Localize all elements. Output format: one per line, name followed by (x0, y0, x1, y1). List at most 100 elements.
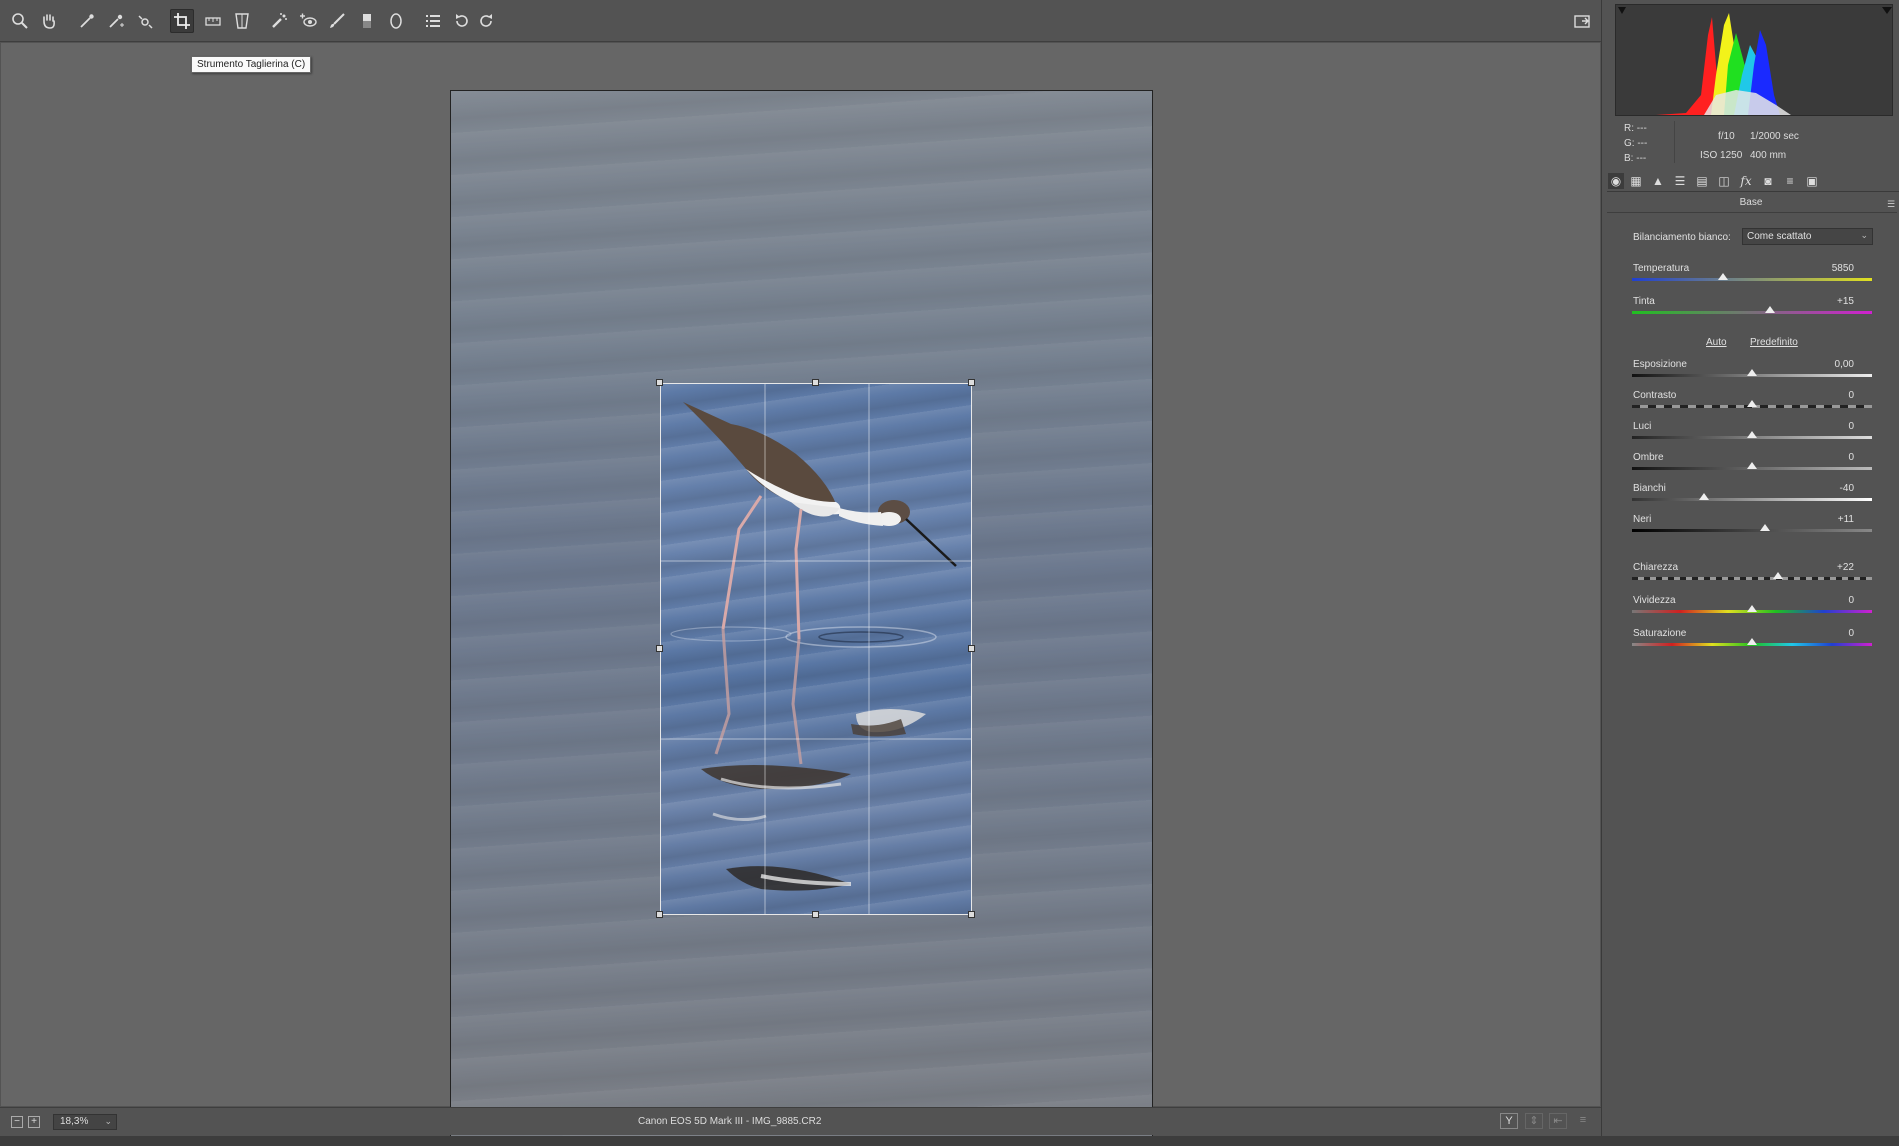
neri-value[interactable]: +11 (1814, 514, 1854, 525)
preferences-button[interactable] (421, 9, 445, 33)
crop-handle-bottom-right[interactable] (968, 911, 975, 918)
camera-icon: ◙ (1764, 174, 1772, 188)
aperture: f/10 (1718, 131, 1735, 142)
esposizione-value[interactable]: 0,00 (1814, 359, 1854, 370)
contrasto-slider-thumb[interactable] (1747, 400, 1757, 407)
saturazione-slider-thumb[interactable] (1747, 638, 1757, 645)
rotate-right-button[interactable] (474, 9, 498, 33)
image-canvas[interactable] (1, 43, 1600, 1144)
chevron-down-icon: ⌄ (104, 1116, 112, 1126)
targeted-adjustment-tool[interactable] (133, 9, 157, 33)
white-balance-select[interactable]: Come scattato ⌄ (1742, 228, 1873, 245)
crop-handle-top-left[interactable] (656, 379, 663, 386)
white-balance-tool[interactable] (75, 9, 99, 33)
tinta-slider[interactable] (1632, 311, 1872, 314)
color-sampler-tool[interactable] (104, 9, 128, 33)
tab-camera-calibration[interactable]: ◙ (1760, 173, 1776, 189)
zoom-level-value: 18,3% (60, 1116, 89, 1127)
before-after-toggle[interactable]: Y (1500, 1113, 1518, 1129)
fullscreen-button[interactable] (1570, 9, 1594, 33)
saturazione-label: Saturazione (1633, 628, 1687, 639)
crop-handle-top[interactable] (812, 379, 819, 386)
crop-handle-top-right[interactable] (968, 379, 975, 386)
temperatura-value[interactable]: 5850 (1814, 263, 1854, 274)
tab-effects[interactable]: fx (1738, 173, 1754, 189)
auto-link[interactable]: Auto (1706, 337, 1727, 348)
tinta-slider-thumb[interactable] (1765, 306, 1775, 313)
vividezza-value[interactable]: 0 (1814, 595, 1854, 606)
status-bar: − + 18,3% ⌄ Canon EOS 5D Mark III - IMG_… (0, 1107, 1601, 1135)
tab-hsl[interactable]: ☰ (1672, 173, 1688, 189)
contrasto-value[interactable]: 0 (1814, 390, 1854, 401)
neri-slider-thumb[interactable] (1760, 524, 1771, 531)
hand-tool-icon (43, 14, 55, 29)
ombre-value[interactable]: 0 (1814, 452, 1854, 463)
zoom-in-button[interactable]: + (28, 1116, 40, 1128)
tab-lens-corrections[interactable]: ◫ (1716, 173, 1732, 189)
tab-tone-curve[interactable]: ▦ (1628, 173, 1644, 189)
chevron-down-icon: ⌄ (1860, 230, 1868, 240)
mountain-icon: ▲ (1652, 174, 1664, 188)
temperatura-slider-thumb[interactable] (1718, 273, 1729, 280)
luci-slider-thumb[interactable] (1747, 431, 1757, 438)
spot-removal-tool[interactable] (267, 9, 291, 33)
crop-tool[interactable] (170, 9, 194, 33)
panel-menu-icon[interactable]: ☰ (1887, 199, 1897, 210)
crop-rectangle[interactable] (660, 383, 972, 915)
targeted-adjustment-tool-icon (138, 15, 153, 29)
presets-icon: ≡ (1786, 174, 1794, 188)
r-label: R: (1624, 123, 1634, 134)
chiarezza-slider-thumb[interactable] (1773, 572, 1784, 579)
luci-value[interactable]: 0 (1814, 421, 1854, 432)
shutter-speed: 1/2000 sec (1750, 131, 1799, 142)
rotate-left-button[interactable] (450, 9, 474, 33)
tab-basic[interactable]: ◉ (1608, 173, 1624, 189)
split-toning-icon: ▤ (1696, 174, 1708, 188)
copy-settings-button[interactable]: ⇤ (1549, 1113, 1567, 1129)
bianchi-slider[interactable] (1632, 498, 1872, 501)
rgb-readout: R: --- G: --- B: --- (1624, 121, 1647, 166)
default-link[interactable]: Predefinito (1750, 337, 1798, 348)
neri-slider[interactable] (1632, 529, 1872, 532)
readout-divider (1674, 121, 1675, 163)
vividezza-slider-thumb[interactable] (1747, 605, 1757, 612)
swap-before-after-button[interactable]: ⇕ (1525, 1113, 1543, 1129)
saturazione-value[interactable]: 0 (1814, 628, 1854, 639)
aperture-icon: ◉ (1610, 174, 1622, 188)
bianchi-value[interactable]: -40 (1814, 483, 1854, 494)
ombre-slider-thumb[interactable] (1747, 462, 1757, 469)
esposizione-slider-thumb[interactable] (1747, 369, 1757, 376)
chiarezza-value[interactable]: +22 (1814, 562, 1854, 573)
radial-filter[interactable] (384, 9, 408, 33)
zoom-level-select[interactable]: 18,3% ⌄ (53, 1114, 117, 1130)
crop-tool-icon (174, 13, 190, 29)
red-eye-tool[interactable] (296, 9, 320, 33)
zoom-tool[interactable] (8, 9, 32, 33)
crop-handle-left[interactable] (656, 645, 663, 652)
spot-removal-tool-icon (272, 13, 287, 28)
tinta-value[interactable]: +15 (1814, 296, 1854, 307)
hand-tool[interactable] (37, 9, 61, 33)
adjustment-brush[interactable] (325, 9, 349, 33)
tab-presets[interactable]: ≡ (1782, 173, 1798, 189)
snapshots-icon: ▣ (1806, 174, 1818, 188)
graduated-filter[interactable] (355, 9, 379, 33)
view-settings-button[interactable]: ≡ (1574, 1113, 1592, 1129)
tab-detail[interactable]: ▲ (1650, 173, 1666, 189)
grid-icon: ▦ (1630, 174, 1642, 188)
tab-split-toning[interactable]: ▤ (1694, 173, 1710, 189)
crop-handle-bottom-left[interactable] (656, 911, 663, 918)
panel-title: Base (1739, 197, 1763, 208)
crop-handle-right[interactable] (968, 645, 975, 652)
temperatura-slider[interactable] (1632, 278, 1872, 281)
histogram (1615, 4, 1893, 116)
white-balance-value: Come scattato (1747, 231, 1812, 242)
transform-tool-icon (235, 13, 249, 29)
tab-snapshots[interactable]: ▣ (1804, 173, 1820, 189)
bianchi-slider-thumb[interactable] (1699, 493, 1709, 500)
crop-handle-bottom[interactable] (812, 911, 819, 918)
transform-tool[interactable] (230, 9, 254, 33)
straighten-tool[interactable] (201, 9, 225, 33)
chiarezza-slider[interactable] (1632, 577, 1872, 580)
zoom-out-button[interactable]: − (11, 1116, 23, 1128)
